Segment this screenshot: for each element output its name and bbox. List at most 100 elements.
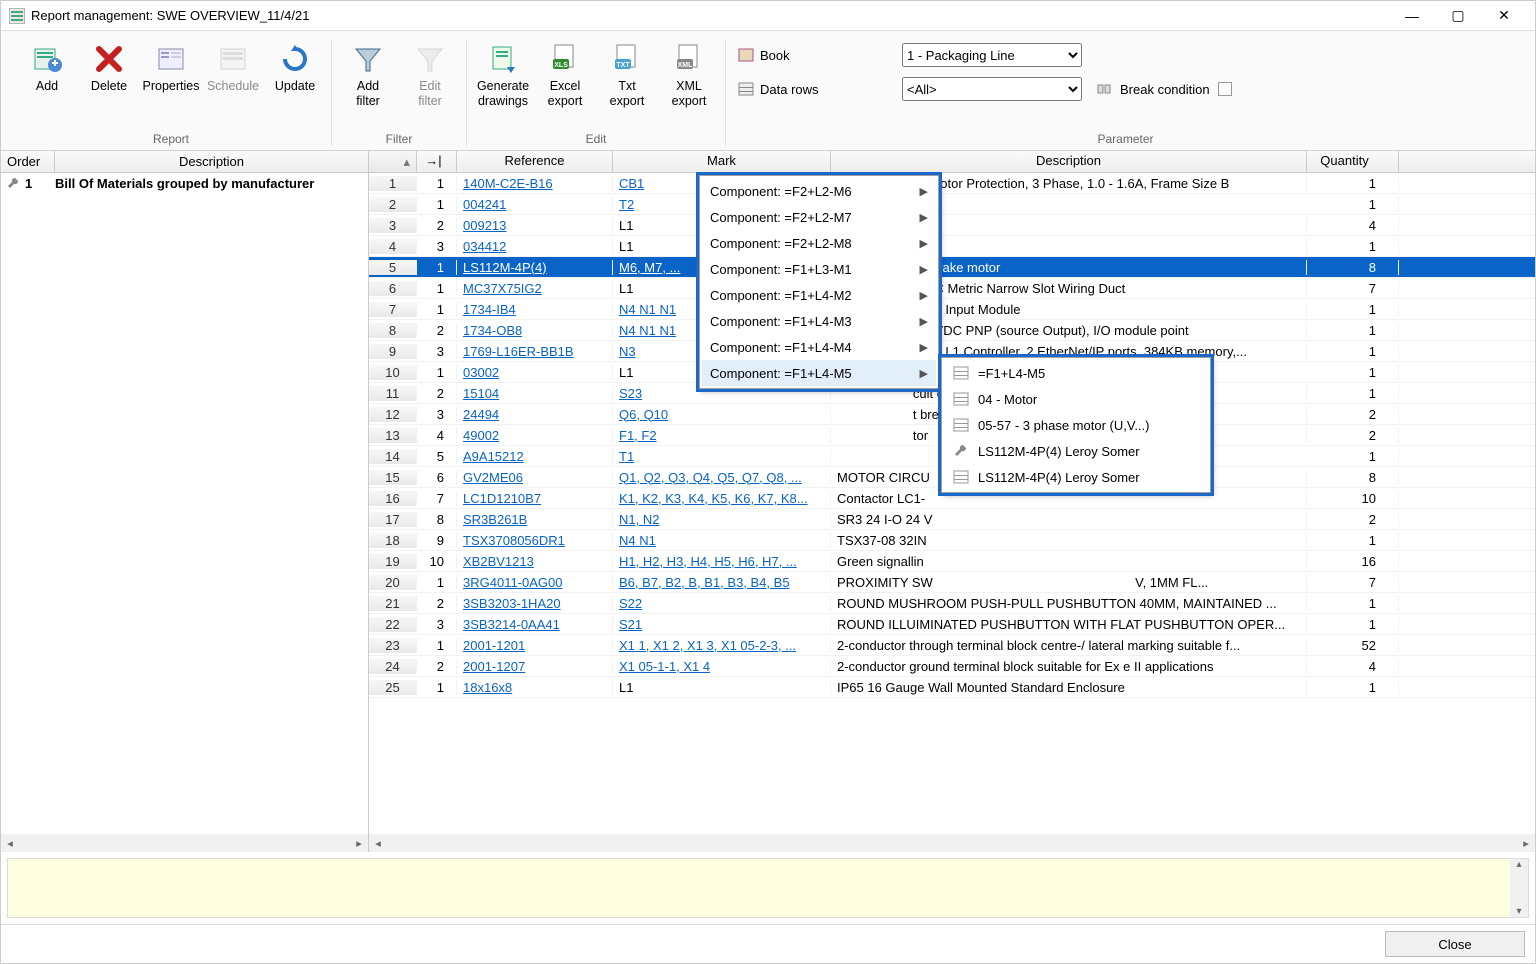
update-button[interactable]: Update [265, 39, 325, 125]
generate-drawings-button[interactable]: Generate drawings [473, 39, 533, 125]
context-submenu-item[interactable]: LS112M-4P(4) Leroy Somer [944, 464, 1208, 490]
table-row[interactable]: 711734-IB4N4 N1 N1 Sink Input Module1 [369, 299, 1535, 320]
mark-link[interactable]: N4 N1 [619, 533, 656, 548]
reference-link[interactable]: TSX3708056DR1 [463, 533, 565, 548]
mark-link[interactable]: B6, B7, B2, B, B1, B3, B4, B5 [619, 575, 790, 590]
mark-link[interactable]: CB1 [619, 176, 644, 191]
mark-link[interactable]: N1, N2 [619, 512, 659, 527]
mark-link[interactable]: Q1, Q2, Q3, Q4, Q5, Q7, Q8, ... [619, 470, 802, 485]
status-vscroll[interactable]: ▴▾ [1510, 859, 1528, 917]
mark-link[interactable]: K1, K2, K3, K4, K5, K6, K7, K8... [619, 491, 808, 506]
reference-link[interactable]: A9A15212 [463, 449, 524, 464]
grid-header-quantity[interactable]: Quantity [1307, 151, 1399, 172]
table-row[interactable]: 2312001-1201X1 1, X1 2, X1 3, X1 05-2-3,… [369, 635, 1535, 656]
context-menu-item[interactable]: Component: =F1+L4-M2▶ [702, 282, 936, 308]
datarows-select[interactable]: <All> [902, 77, 1082, 101]
reference-link[interactable]: 49002 [463, 428, 499, 443]
context-menu-item[interactable]: Component: =F1+L3-M1▶ [702, 256, 936, 282]
table-row[interactable]: 189TSX3708056DR1N4 N1TSX37-08 32IN1 [369, 530, 1535, 551]
table-row[interactable]: 2233SB3214-0AA41S21ROUND ILLUIMINATED PU… [369, 614, 1535, 635]
context-menu-item[interactable]: Component: =F2+L2-M6▶ [702, 178, 936, 204]
reference-link[interactable]: GV2ME06 [463, 470, 523, 485]
mark-link[interactable]: S22 [619, 596, 642, 611]
reference-link[interactable]: 140M-C2E-B16 [463, 176, 553, 191]
reference-link[interactable]: 034412 [463, 239, 506, 254]
add-filter-button[interactable]: Add filter [338, 39, 398, 125]
left-col-order[interactable]: Order [1, 151, 55, 172]
book-select[interactable]: 1 - Packaging Line [902, 43, 1082, 67]
reference-link[interactable]: SR3B261B [463, 512, 527, 527]
reference-link[interactable]: LS112M-4P(4) [463, 260, 547, 275]
mark-link[interactable]: X1 1, X1 2, X1 3, X1 05-2-3, ... [619, 638, 796, 653]
table-row[interactable]: 61MC37X75IG2L1 e MC Metric Narrow Slot W… [369, 278, 1535, 299]
reference-link[interactable]: 004241 [463, 197, 506, 212]
mark-link[interactable]: T1 [619, 449, 634, 464]
table-row[interactable]: 2422001-1207X1 05-1-1, X1 42-conductor g… [369, 656, 1535, 677]
close-window-button[interactable]: ✕ [1481, 2, 1527, 30]
table-row[interactable]: 21004241T21 [369, 194, 1535, 215]
mark-link[interactable]: N4 N1 N1 [619, 323, 676, 338]
table-row[interactable]: 11140M-C2E-B16CB1Circuit Breaker, Motor … [369, 173, 1535, 194]
close-button[interactable]: Close [1385, 931, 1525, 957]
table-row[interactable]: 32009213L1Rail4 [369, 215, 1535, 236]
context-menu-item[interactable]: Component: =F2+L2-M7▶ [702, 204, 936, 230]
context-menu-item[interactable]: Component: =F2+L2-M8▶ [702, 230, 936, 256]
reference-link[interactable]: 1734-OB8 [463, 323, 522, 338]
mark-link[interactable]: X1 05-1-1, X1 4 [619, 659, 710, 674]
reference-link[interactable]: 2001-1207 [463, 659, 525, 674]
table-row[interactable]: 43034412L1Enclosure1 [369, 236, 1535, 257]
left-col-description[interactable]: Description [55, 151, 368, 172]
grid-corner[interactable]: ▴ [369, 151, 417, 172]
grid-header-mark[interactable]: Mark [613, 151, 831, 172]
left-panel-hscroll[interactable]: ◂▸ [1, 834, 368, 852]
grid-header-arrow[interactable]: →| [417, 151, 457, 172]
minimize-button[interactable]: — [1389, 2, 1435, 30]
reference-link[interactable]: 3RG4011-0AG00 [463, 575, 563, 590]
context-menu-item[interactable]: Component: =F1+L4-M3▶ [702, 308, 936, 334]
table-row[interactable]: 178SR3B261BN1, N2SR3 24 I-O 24 V2 [369, 509, 1535, 530]
mark-link[interactable]: S21 [619, 617, 642, 632]
reference-link[interactable]: MC37X75IG2 [463, 281, 542, 296]
context-menu-components[interactable]: Component: =F2+L2-M6▶Component: =F2+L2-M… [699, 175, 939, 389]
grid-hscroll[interactable]: ◂▸ [369, 834, 1535, 852]
table-row[interactable]: 2013RG4011-0AG00B6, B7, B2, B, B1, B3, B… [369, 572, 1535, 593]
table-row[interactable]: 25118x16x8L1IP65 16 Gauge Wall Mounted S… [369, 677, 1535, 698]
reference-link[interactable]: 009213 [463, 218, 506, 233]
reference-link[interactable]: 24494 [463, 407, 499, 422]
table-row[interactable]: 1910XB2BV1213H1, H2, H3, H4, H5, H6, H7,… [369, 551, 1535, 572]
mark-link[interactable]: Q6, Q10 [619, 407, 668, 422]
reference-link[interactable]: LC1D1210B7 [463, 491, 541, 506]
break-condition-checkbox[interactable] [1218, 82, 1232, 96]
mark-link[interactable]: N4 N1 N1 [619, 302, 676, 317]
xml-export-button[interactable]: XML XML export [659, 39, 719, 125]
context-submenu-item[interactable]: 05-57 - 3 phase motor (U,V...) [944, 412, 1208, 438]
left-panel-row[interactable]: 1Bill Of Materials grouped by manufactur… [1, 173, 368, 193]
context-menu-item[interactable]: Component: =F1+L4-M4▶ [702, 334, 936, 360]
delete-button[interactable]: Delete [79, 39, 139, 125]
reference-link[interactable]: 1734-IB4 [463, 302, 516, 317]
context-submenu-item[interactable]: =F1+L4-M5 [944, 360, 1208, 386]
mark-link[interactable]: M6, M7, ... [619, 260, 680, 275]
reference-link[interactable]: XB2BV1213 [463, 554, 534, 569]
add-button[interactable]: Add [17, 39, 77, 125]
maximize-button[interactable]: ▢ [1435, 2, 1481, 30]
table-row[interactable]: 51LS112M-4P(4)M6, M7, ... ronous brake m… [369, 257, 1535, 278]
reference-link[interactable]: 15104 [463, 386, 499, 401]
mark-link[interactable]: N3 [619, 344, 636, 359]
mark-link[interactable]: H1, H2, H3, H4, H5, H6, H7, ... [619, 554, 797, 569]
context-submenu-item[interactable]: LS112M-4P(4) Leroy Somer [944, 438, 1208, 464]
reference-link[interactable]: 1769-L16ER-BB1B [463, 344, 574, 359]
mark-link[interactable]: T2 [619, 197, 634, 212]
mark-link[interactable]: F1, F2 [619, 428, 657, 443]
context-submenu-item[interactable]: 04 - Motor [944, 386, 1208, 412]
reference-link[interactable]: 3SB3214-0AA41 [463, 617, 560, 632]
grid-header-reference[interactable]: Reference [457, 151, 613, 172]
txt-export-button[interactable]: TXT Txt export [597, 39, 657, 125]
context-menu-item[interactable]: Component: =F1+L4-M5▶ [702, 360, 936, 386]
reference-link[interactable]: 3SB3203-1HA20 [463, 596, 561, 611]
excel-export-button[interactable]: XLS Excel export [535, 39, 595, 125]
properties-button[interactable]: Properties [141, 39, 201, 125]
reference-link[interactable]: 03002 [463, 365, 499, 380]
context-submenu[interactable]: =F1+L4-M504 - Motor05-57 - 3 phase motor… [941, 357, 1211, 493]
grid-header-description[interactable]: Description [831, 151, 1307, 172]
